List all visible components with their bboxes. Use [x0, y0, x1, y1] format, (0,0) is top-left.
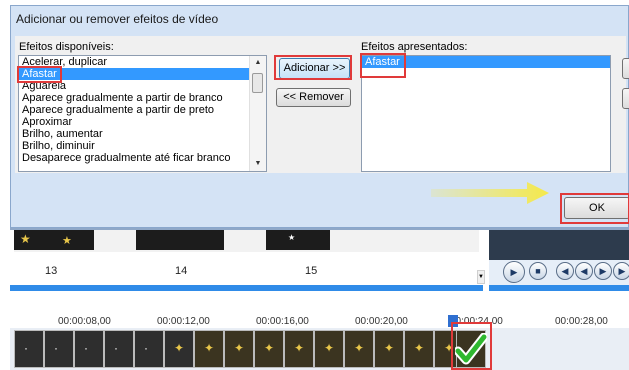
move-up-button[interactable]	[622, 58, 629, 79]
timeline-frame[interactable]: ✦	[164, 330, 194, 368]
storyboard-thumbnail[interactable]: ★	[266, 230, 330, 250]
sparkle-icon: ✦	[204, 341, 215, 355]
ruler-tick: 00:00:16,00	[256, 316, 309, 327]
sparkle-icon: ·	[24, 341, 28, 355]
available-effect-item[interactable]: Desaparece gradualmente até ficar branco	[19, 152, 266, 164]
move-down-button[interactable]	[622, 88, 629, 109]
available-effect-item[interactable]: Brilho, aumentar	[19, 128, 266, 140]
sparkle-icon: ✦	[234, 341, 245, 355]
highlight-ok-button	[560, 193, 629, 224]
available-effect-item[interactable]: Aproximar	[19, 116, 266, 128]
stop-icon[interactable]: ■	[529, 262, 547, 280]
scroll-up-arrow-icon[interactable]: ▲	[250, 56, 266, 70]
applied-effects-label: Efeitos apresentados:	[361, 41, 468, 53]
preview-monitor: ▶ ■ ◀ ◀ ▶ ▶	[489, 230, 629, 286]
sparkle-icon: ✦	[174, 341, 185, 355]
available-effect-item[interactable]: Brilho, diminuir	[19, 140, 266, 152]
prev-frame-icon[interactable]: ◀	[575, 262, 593, 280]
available-list-scrollbar[interactable]: ▲ ▼	[249, 56, 266, 171]
scroll-thumb[interactable]	[252, 73, 263, 93]
timeline-frame[interactable]: ·	[104, 330, 134, 368]
timeline-frame[interactable]: ✦	[284, 330, 314, 368]
sparkle-icon: ✦	[264, 341, 275, 355]
storyboard-thumbnail[interactable]	[136, 230, 224, 250]
timeline-ruler[interactable]: 00:00:08,00 00:00:12,00 00:00:16,00 00:0…	[10, 315, 629, 329]
clip-number: 13	[45, 265, 58, 277]
timeline-frame[interactable]: ✦	[344, 330, 374, 368]
highlight-add-button	[274, 55, 352, 80]
timeline-frame[interactable]: ✦	[404, 330, 434, 368]
sparkle-icon: ✦	[324, 341, 335, 355]
timeline-frame[interactable]: ✦	[254, 330, 284, 368]
star-icon: ★	[62, 235, 72, 247]
ruler-tick: 00:00:20,00	[355, 316, 408, 327]
timeline-frame[interactable]: ✦	[194, 330, 224, 368]
sparkle-icon: ·	[144, 341, 148, 355]
timeline-frame[interactable]: ✦	[374, 330, 404, 368]
rewind-icon[interactable]: ◀	[556, 262, 574, 280]
highlight-afastar-available	[17, 66, 62, 83]
highlight-timeline-effect	[451, 322, 492, 370]
ruler-tick: 00:00:08,00	[58, 316, 111, 327]
timeline-frame[interactable]: ·	[74, 330, 104, 368]
clip-number: 15	[305, 265, 318, 277]
yellow-arrow-icon	[431, 182, 549, 204]
star-icon: ★	[288, 233, 296, 242]
sparkle-icon: ·	[54, 341, 58, 355]
available-effect-item[interactable]: Aparece gradualmente a partir de branco	[19, 92, 266, 104]
ruler-tick: 00:00:12,00	[157, 316, 210, 327]
sparkle-icon: ·	[114, 341, 118, 355]
storyboard-scroll-down-icon[interactable]: ▼	[477, 270, 485, 284]
storyboard-bottom-bar	[10, 285, 483, 291]
ruler-tick: 00:00:28,00	[555, 316, 608, 327]
sparkle-icon: ✦	[354, 341, 365, 355]
available-effects-label: Efeitos disponíveis:	[19, 41, 114, 53]
effects-dialog: Adicionar ou remover efeitos de vídeo Ef…	[10, 5, 629, 228]
scroll-down-arrow-icon[interactable]: ▼	[250, 157, 266, 171]
star-icon: ★	[20, 232, 31, 246]
timeline-frame[interactable]: ·	[44, 330, 74, 368]
sparkle-icon: ✦	[384, 341, 395, 355]
sparkle-icon: ·	[84, 341, 88, 355]
clip-number: 14	[175, 265, 188, 277]
storyboard-thumbnail[interactable]: ★ ★	[14, 230, 94, 250]
remove-effect-button[interactable]: << Remover	[276, 88, 351, 107]
player-bottom-bar	[489, 285, 629, 291]
available-effect-item[interactable]: Aparece gradualmente a partir de preto	[19, 104, 266, 116]
timeline-frame[interactable]: ✦	[224, 330, 254, 368]
timeline-frame[interactable]: ·	[14, 330, 44, 368]
forward-icon[interactable]: ▶	[613, 262, 629, 280]
highlight-afastar-applied	[360, 53, 406, 78]
play-icon[interactable]: ▶	[503, 261, 525, 283]
sparkle-icon: ✦	[414, 341, 425, 355]
timeline-frame[interactable]: ·	[134, 330, 164, 368]
dialog-title: Adicionar ou remover efeitos de vídeo	[16, 12, 219, 26]
sparkle-icon: ✦	[294, 341, 305, 355]
next-frame-icon[interactable]: ▶	[594, 262, 612, 280]
timeline-frame[interactable]: ✦	[314, 330, 344, 368]
